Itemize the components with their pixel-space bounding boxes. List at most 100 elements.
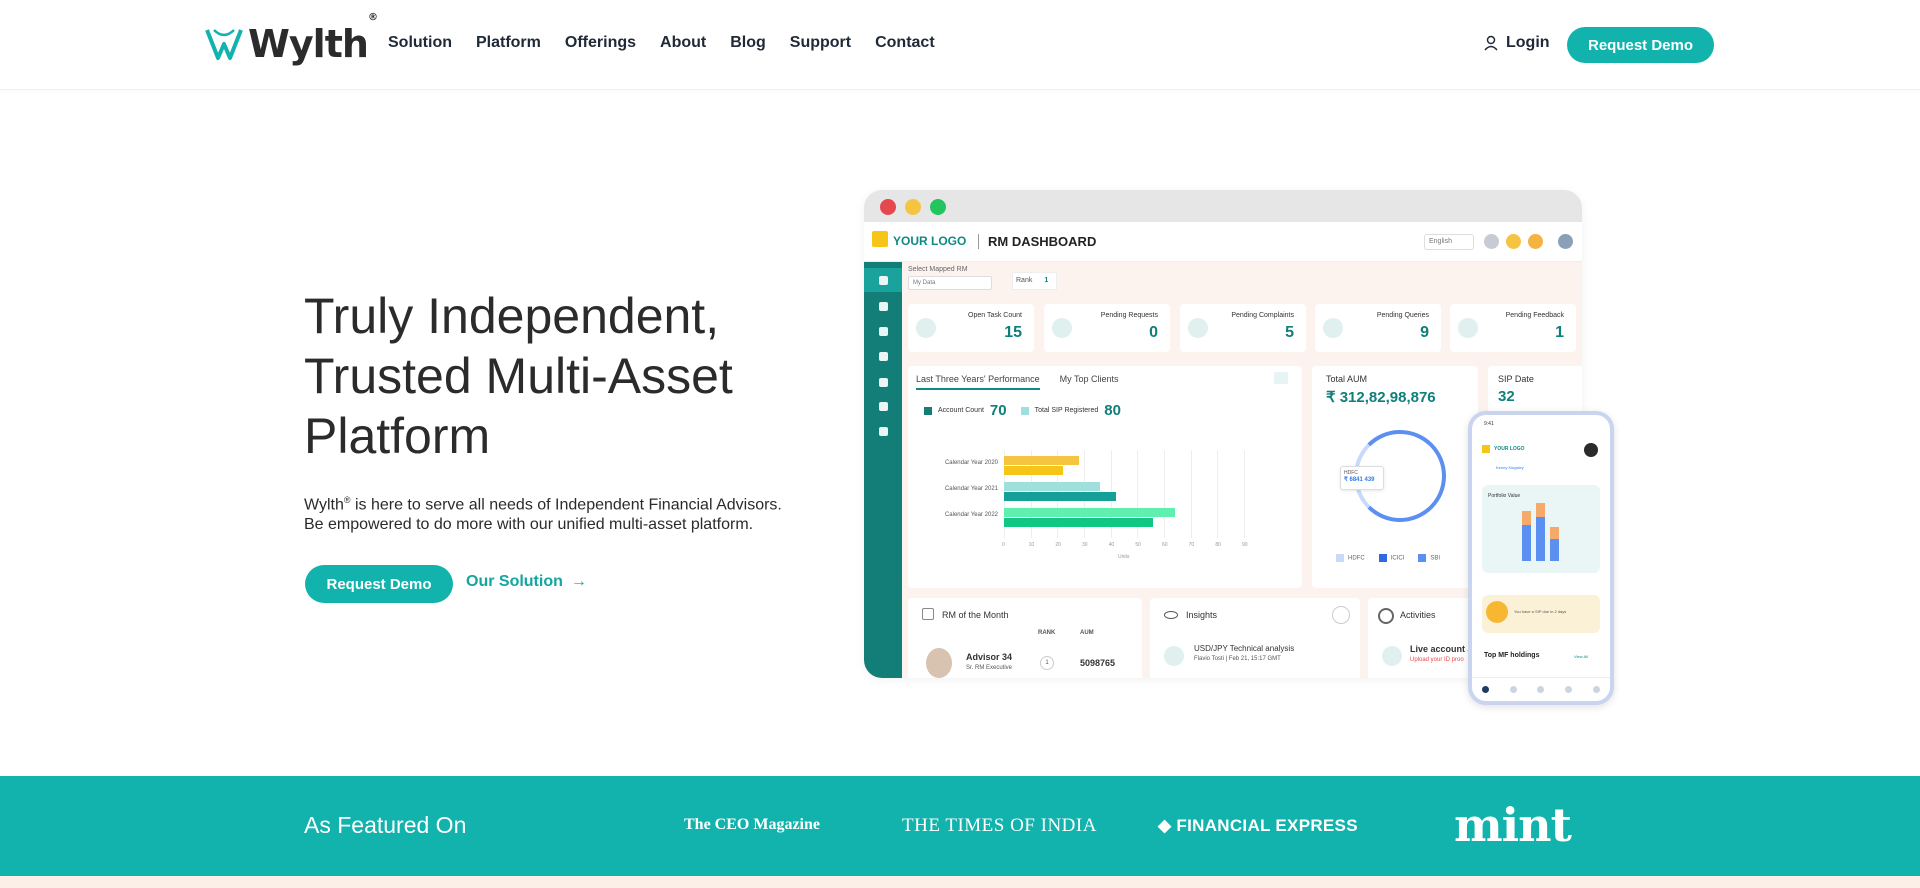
portfolio-bar (1550, 537, 1559, 561)
portfolio-label: Portfolio Value (1488, 493, 1521, 499)
kpi-pending-queries: Pending Queries 9 (1315, 304, 1441, 352)
x-tick-label: 90 (1242, 542, 1248, 548)
nav-blog[interactable]: Blog (730, 34, 766, 52)
nav-offerings[interactable]: Offerings (565, 34, 636, 52)
x-tick-label: 50 (1135, 542, 1141, 548)
select-rm-label: Select Mapped RM (908, 266, 968, 273)
rank-column: RANK (1038, 630, 1056, 636)
language-select: English (1424, 234, 1474, 250)
clipboard-icon (1382, 646, 1402, 666)
tab-last-three-years: Last Three Years' Performance (916, 374, 1040, 390)
featured-on-band: As Featured On The CEO Magazine THE TIME… (0, 776, 1920, 876)
arrow-right-icon: → (570, 573, 587, 590)
nav-about[interactable]: About (660, 34, 706, 52)
x-tick-label: 20 (1055, 542, 1061, 548)
avatar (1558, 234, 1573, 249)
login-label: Login (1506, 34, 1550, 51)
chart-bar (1004, 466, 1063, 475)
our-solution-label: Our Solution (466, 573, 563, 590)
our-solution-link[interactable]: Our Solution → (466, 573, 587, 591)
nav-support[interactable]: Support (790, 34, 851, 52)
main-nav: Solution Platform Offerings About Blog S… (388, 34, 935, 52)
header-icons (1484, 234, 1573, 249)
eye-icon (1164, 611, 1178, 619)
briefcase-icon (879, 302, 888, 311)
top-mf-holdings-label: Top MF holdings (1484, 652, 1540, 659)
rm-dashboard-title: RM DASHBOARD (978, 234, 1096, 249)
advisor-role: Sr. RM Executive (966, 665, 1013, 671)
login-link[interactable]: Login (1484, 34, 1550, 52)
brand-logo[interactable]: Wylth® (204, 12, 378, 66)
insurance-icon (1565, 686, 1573, 693)
minimize-dot-icon (905, 199, 921, 215)
feedback-icon (1458, 318, 1478, 338)
ceo-magazine-logo: The CEO Magazine (684, 816, 820, 833)
aum-legend: HDFC ICICI SBI (1336, 554, 1440, 562)
kpi-open-task: Open Task Count 15 (908, 304, 1034, 352)
share-icon (1332, 606, 1350, 624)
x-tick-label: 10 (1028, 542, 1035, 548)
reminder-icon (1486, 601, 1508, 623)
user-icon (879, 352, 888, 361)
avatar (926, 648, 952, 678)
your-logo-icon (1482, 445, 1490, 453)
portfolio-bar (1522, 511, 1531, 525)
aum-tooltip: HDFC ₹ 6841 439 (1340, 466, 1384, 490)
target-icon (879, 327, 888, 336)
nav-solution[interactable]: Solution (388, 34, 452, 52)
x-tick-label: 70 (1188, 542, 1195, 548)
activities-label: Activities (1400, 610, 1436, 620)
activity-title: Live account a (1410, 644, 1473, 654)
aum-value: ₹ 312,82,98,876 (1326, 389, 1436, 406)
trophy-icon (922, 608, 934, 620)
performance-card: Last Three Years' Performance My Top Cli… (908, 366, 1302, 588)
x-tick-label: 60 (1162, 542, 1168, 548)
portfolio-bar (1550, 527, 1559, 539)
settings-icon (879, 427, 888, 436)
window-titlebar (864, 190, 1582, 222)
performance-tabs: Last Three Years' Performance My Top Cli… (916, 374, 1118, 390)
sip-date-label: SIP Date (1498, 374, 1534, 384)
your-logo-text: YOUR LOGO (893, 234, 967, 248)
nav-platform[interactable]: Platform (476, 34, 541, 52)
select-rm-dropdown: My Data (908, 276, 992, 290)
calendar-icon (879, 402, 888, 411)
request-icon (1052, 318, 1072, 338)
phone-bottom-nav (1472, 677, 1610, 701)
activity-icon (1378, 608, 1394, 624)
goals-icon (1537, 686, 1545, 693)
maximize-dot-icon (930, 199, 946, 215)
header-request-demo-button[interactable]: Request Demo (1567, 27, 1714, 63)
hero-title-line-1: Truly Independent, (304, 288, 720, 344)
hero-title: Truly Independent, Trusted Multi-Asset P… (304, 286, 824, 466)
legend-swatch-sip (1020, 406, 1029, 415)
dashboard-header: YOUR LOGO RM DASHBOARD English (864, 222, 1582, 262)
promo-text: You have a SIP due in 2 days (1514, 609, 1567, 614)
wylth-logo-icon (205, 29, 243, 60)
chart-legend: Account Count 70 Total SIP Registered 80 (924, 402, 1129, 419)
rm-month-label: RM of the Month (942, 610, 1009, 620)
bell-icon (1528, 234, 1543, 249)
nav-contact[interactable]: Contact (875, 34, 935, 52)
mint-logo: mint (1454, 798, 1572, 852)
y-category-label: Calendar Year 2022 (944, 512, 998, 518)
advisor-aum: 5098765 (1080, 658, 1116, 668)
insight-title: USD/JPY Technical analysis (1194, 644, 1295, 653)
x-tick-label: 30 (1082, 542, 1088, 548)
advisor-name: Advisor 34 (966, 652, 1013, 662)
phone-time: 9:41 (1484, 421, 1494, 427)
times-of-india-logo: THE TIMES OF INDIA (902, 815, 1097, 836)
aum-label: Total AUM (1326, 374, 1368, 384)
brand-name: Wylth® (248, 12, 378, 66)
y-category-label: Calendar Year 2020 (944, 460, 998, 466)
total-aum-card: Total AUM ₹ 312,82,98,876 HDFC ₹ 6841 439… (1312, 366, 1478, 588)
grid-line (1164, 450, 1165, 538)
hero-request-demo-button[interactable]: Request Demo (305, 565, 453, 603)
chart-bar (1004, 492, 1116, 501)
grid-line (1217, 450, 1219, 538)
advisor-rank: 1 (1040, 656, 1054, 670)
x-axis-label: Units (1118, 554, 1130, 560)
hero-title-line-2: Trusted Multi-Asset (304, 348, 733, 404)
user-icon (1484, 35, 1498, 51)
home-icon (1482, 686, 1490, 693)
